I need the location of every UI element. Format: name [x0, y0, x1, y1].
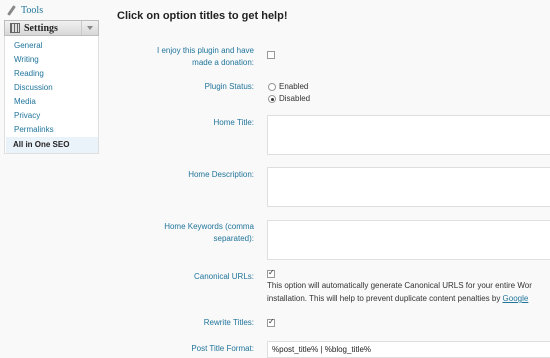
sidebar-settings-label: Settings [24, 22, 58, 34]
canonical-urls-description: This option will automatically generate … [267, 279, 532, 305]
home-description-label[interactable]: Home Description: [124, 169, 254, 181]
donation-checkbox[interactable] [267, 51, 275, 59]
canonical-urls-checkbox[interactable] [267, 268, 275, 278]
post-title-format-label[interactable]: Post Title Format: [124, 343, 254, 355]
wrench-icon [6, 5, 17, 16]
plugin-status-label[interactable]: Plugin Status: [124, 81, 254, 93]
home-keywords-label-line2: separated): [213, 234, 254, 243]
sidebar-settings-header[interactable]: Settings [4, 20, 99, 36]
sidebar-item-all-in-one-seo[interactable]: All in One SEO [13, 140, 69, 149]
status-enabled-radio[interactable] [268, 83, 276, 91]
canonical-desc-line1: This option will automatically generate … [267, 281, 532, 290]
sidebar-tools-label: Tools [21, 4, 44, 16]
google-link[interactable]: Google [503, 294, 529, 303]
canonical-desc-line2: installation. This will help to prevent … [267, 294, 503, 303]
sidebar-item-privacy[interactable]: Privacy [14, 111, 40, 120]
home-description-textarea[interactable] [267, 167, 550, 207]
sidebar-item-reading[interactable]: Reading [14, 69, 44, 78]
rewrite-titles-checkbox[interactable] [267, 317, 275, 327]
status-enabled-label: Enabled [279, 82, 309, 91]
home-keywords-label[interactable]: Home Keywords (comma separated): [124, 221, 254, 245]
status-disabled-radio[interactable] [268, 95, 276, 103]
donation-label[interactable]: I enjoy this plugin and have made a dona… [124, 45, 254, 69]
post-title-format-input[interactable]: %post_title% | %blog_title% [267, 341, 550, 358]
page-title: Click on option titles to get help! [117, 10, 288, 22]
sidebar-item-general[interactable]: General [14, 41, 42, 50]
home-title-label[interactable]: Home Title: [124, 117, 254, 129]
chevron-down-icon[interactable] [81, 21, 98, 35]
sidebar-item-permalinks[interactable]: Permalinks [14, 125, 54, 134]
sidebar-tools[interactable]: Tools [6, 3, 98, 17]
donation-label-line1: I enjoy this plugin and have [157, 46, 254, 55]
home-keywords-textarea[interactable] [267, 220, 550, 260]
admin-sidebar: Tools Settings General Writing Reading D… [0, 0, 102, 358]
status-disabled-label: Disabled [279, 94, 311, 103]
settings-submenu: General Writing Reading Discussion Media… [4, 36, 99, 154]
settings-icon [10, 23, 20, 33]
sidebar-item-media[interactable]: Media [14, 97, 36, 106]
donation-label-line2: made a donation: [192, 58, 254, 67]
canonical-desc-line2-wrap: installation. This will help to prevent … [267, 292, 532, 305]
sidebar-item-writing[interactable]: Writing [14, 55, 39, 64]
settings-main: Click on option titles to get help! I en… [104, 0, 550, 358]
home-keywords-label-line1: Home Keywords (comma [164, 222, 254, 231]
rewrite-titles-label[interactable]: Rewrite Titles: [124, 317, 254, 329]
canonical-urls-label[interactable]: Canonical URLs: [124, 271, 254, 283]
sidebar-item-discussion[interactable]: Discussion [14, 83, 53, 92]
home-title-textarea[interactable] [267, 115, 550, 155]
